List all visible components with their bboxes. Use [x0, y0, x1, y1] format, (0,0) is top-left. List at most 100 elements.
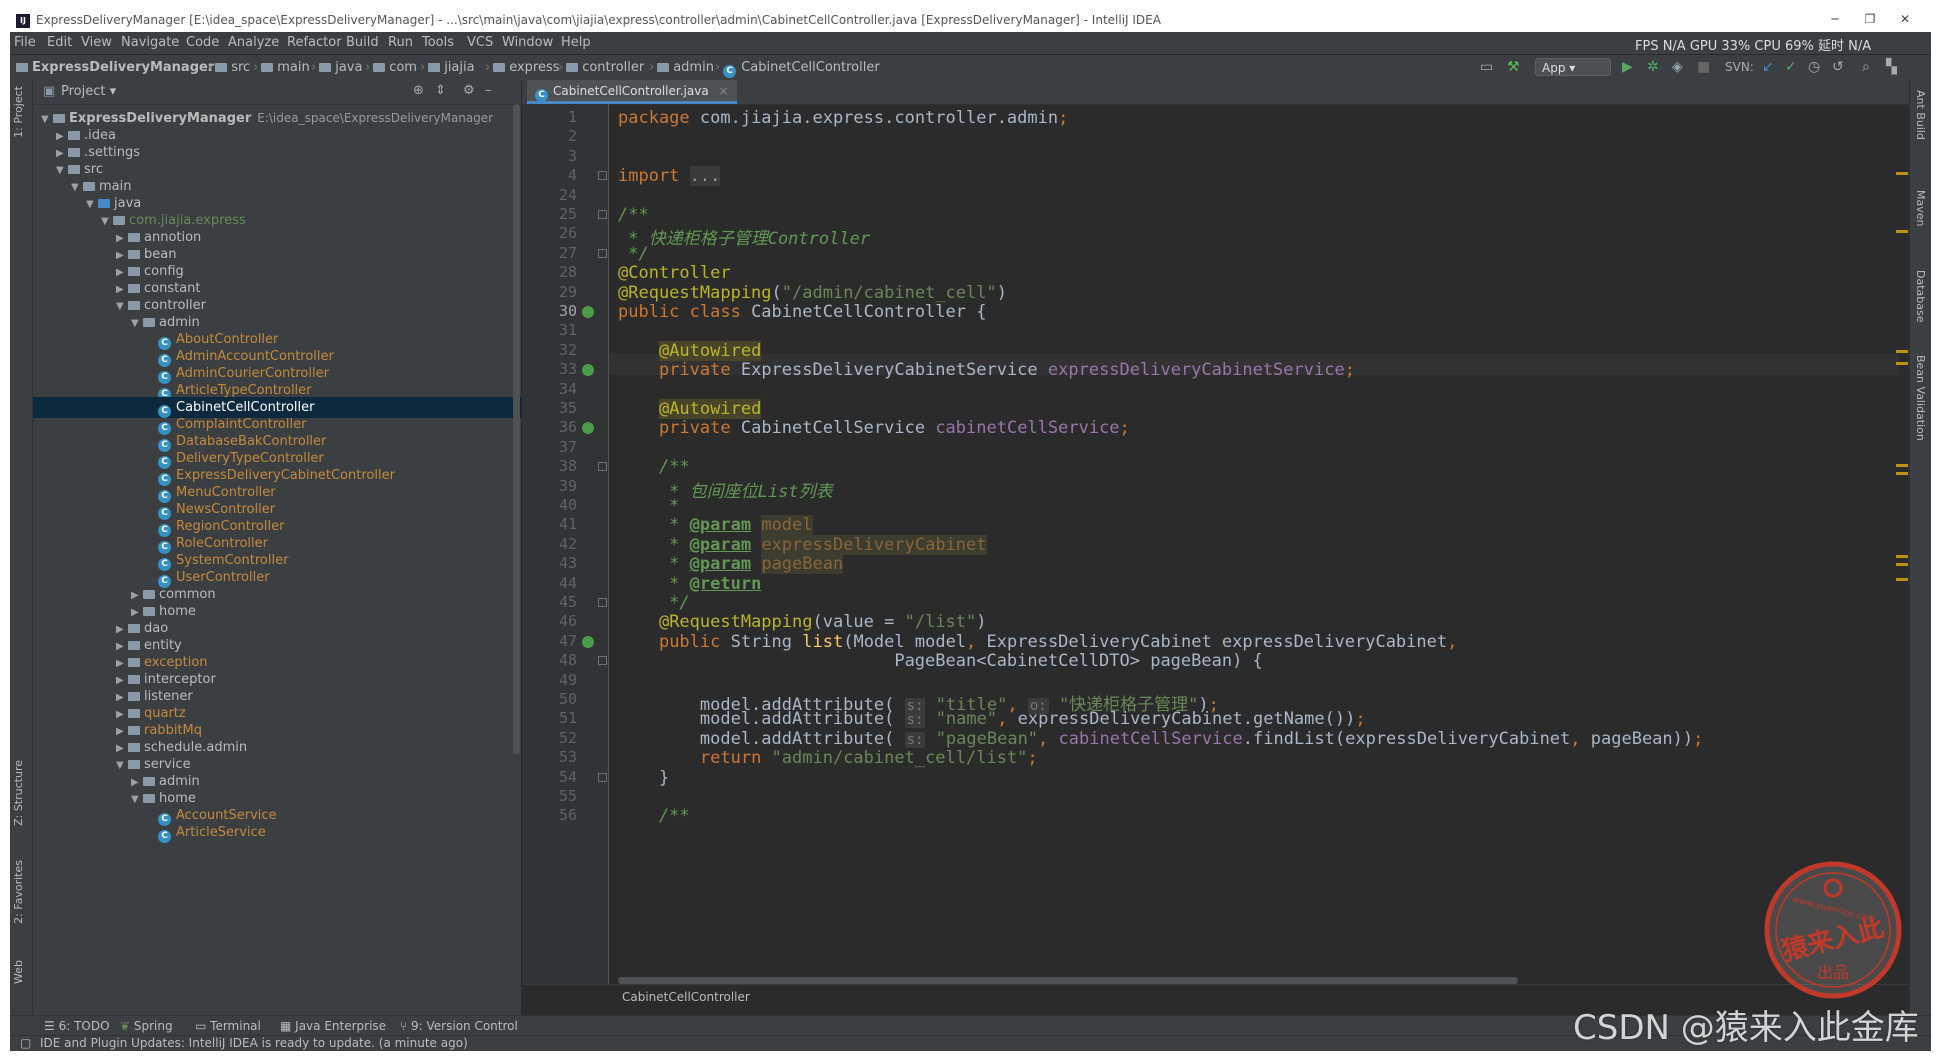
breadcrumb-express[interactable]: › express [482, 60, 560, 75]
error-stripe-mark[interactable] [1896, 350, 1908, 353]
code-line[interactable]: @Autowired [618, 340, 762, 361]
extra-toolbar-icon[interactable]: ▚ [1886, 59, 1897, 75]
menu-edit[interactable]: Edit [47, 35, 72, 50]
code-line[interactable]: public String list(Model model, ExpressD… [618, 632, 1457, 652]
fold-marker-icon[interactable] [598, 171, 607, 181]
line-number[interactable]: 35 [522, 399, 577, 417]
menu-navigate[interactable]: Navigate [121, 35, 179, 50]
line-number[interactable]: 46 [522, 612, 577, 630]
project-view-select[interactable]: Project ▾ [61, 84, 116, 99]
line-number[interactable]: 47 [522, 632, 577, 650]
breadcrumb-src[interactable]: › src [204, 60, 250, 75]
fold-marker-icon[interactable] [598, 210, 607, 219]
line-number[interactable]: 41 [522, 515, 577, 533]
error-stripe-mark[interactable] [1896, 362, 1908, 365]
line-number[interactable]: 40 [522, 496, 577, 514]
editor-tab-active[interactable]: C CabinetCellController.java × [527, 80, 737, 104]
debug-icon[interactable]: ✲ [1647, 59, 1659, 75]
coverage-icon[interactable]: ◈ [1672, 59, 1683, 75]
status-toggle-icon[interactable]: ▢ [20, 1036, 31, 1050]
error-stripe-mark[interactable] [1896, 230, 1908, 233]
fold-marker-icon[interactable] [598, 598, 607, 607]
build-hammer-icon[interactable]: ⚒ [1507, 59, 1520, 75]
code-line[interactable]: @RequestMapping(value = "/list") [618, 612, 987, 632]
svn-commit-icon[interactable]: ✓ [1785, 59, 1797, 75]
spring-tool-button[interactable]: ❦ Spring [120, 1019, 173, 1033]
stop-icon[interactable]: ■ [1697, 59, 1710, 75]
code-line[interactable]: PageBean<CabinetCellDTO> pageBean) { [618, 651, 1262, 671]
breadcrumb-class[interactable]: › C CabinetCellController [712, 60, 880, 78]
error-stripe-mark[interactable] [1896, 578, 1908, 581]
menu-window[interactable]: Window [502, 35, 553, 50]
line-number[interactable]: 55 [522, 787, 577, 805]
line-number[interactable]: 24 [522, 186, 577, 204]
project-tool-tab[interactable]: 1: Project [12, 86, 25, 138]
error-stripe-mark[interactable] [1896, 555, 1908, 558]
code-line[interactable]: } [618, 768, 669, 788]
database-tool-tab[interactable]: Database [1914, 270, 1927, 323]
code-line[interactable]: model.addAttribute( s: "pageBean", cabin… [618, 729, 1704, 749]
line-number[interactable]: 26 [522, 224, 577, 242]
error-stripe-mark[interactable] [1896, 563, 1908, 566]
web-tool-tab[interactable]: Web [12, 960, 25, 984]
java-enterprise-tool-button[interactable]: ▦ Java Enterprise [280, 1019, 386, 1033]
line-number[interactable]: 48 [522, 651, 577, 669]
editor-breadcrumb[interactable]: CabinetCellController [622, 990, 750, 1004]
breadcrumb-com[interactable]: › com [362, 60, 417, 75]
line-number[interactable]: 25 [522, 205, 577, 223]
gear-icon[interactable]: ⚙ [463, 83, 475, 98]
error-stripe-mark[interactable] [1896, 464, 1908, 467]
code-line[interactable]: * @return [618, 574, 761, 594]
code-line[interactable]: @Autowired [618, 399, 762, 419]
history-icon[interactable]: ◷ [1808, 59, 1820, 75]
spring-bean-icon[interactable] [582, 306, 594, 318]
status-message[interactable]: IDE and Plugin Updates: IntelliJ IDEA is… [40, 1036, 468, 1050]
breadcrumb-project[interactable]: ExpressDeliveryManager [16, 60, 214, 75]
fold-marker-icon[interactable] [598, 462, 607, 472]
ant-build-tool-tab[interactable]: Ant Build [1914, 90, 1927, 140]
line-number[interactable]: 43 [522, 554, 577, 572]
code-line[interactable]: import ... [618, 166, 721, 187]
structure-tool-tab[interactable]: Z: Structure [12, 760, 25, 826]
close-button[interactable]: ✕ [1890, 12, 1920, 26]
line-number[interactable]: 50 [522, 690, 577, 708]
collapse-all-icon[interactable]: ⇕ [435, 83, 446, 98]
line-number[interactable]: 37 [522, 438, 577, 456]
svn-update-icon[interactable]: ↙ [1762, 59, 1774, 75]
line-number[interactable]: 28 [522, 263, 577, 281]
code-line[interactable]: @RequestMapping("/admin/cabinet_cell") [618, 283, 1007, 303]
error-stripe-mark[interactable] [1896, 472, 1908, 475]
line-number[interactable]: 4 [522, 166, 577, 184]
menu-tools[interactable]: Tools [422, 35, 454, 50]
breadcrumb-jiajia[interactable]: › jiajia [417, 60, 475, 75]
run-icon[interactable]: ▶ [1622, 59, 1633, 75]
line-number[interactable]: 1 [522, 108, 577, 126]
menu-analyze[interactable]: Analyze [228, 35, 279, 50]
menu-code[interactable]: Code [186, 35, 219, 50]
locate-icon[interactable]: ⊕ [413, 83, 424, 98]
code-line[interactable]: public class CabinetCellController { [618, 302, 986, 322]
project-scrollbar[interactable] [513, 104, 520, 754]
menu-file[interactable]: File [14, 35, 36, 50]
search-icon[interactable]: ⌕ [1862, 59, 1870, 75]
version-control-tool-button[interactable]: ⑂ 9: Version Control [400, 1019, 518, 1033]
minimize-button[interactable]: ─ [1820, 12, 1850, 26]
error-stripe-mark[interactable] [1896, 172, 1908, 175]
code-line[interactable]: */ [618, 593, 689, 613]
line-number[interactable]: 27 [522, 244, 577, 262]
line-number[interactable]: 42 [522, 535, 577, 553]
line-number[interactable]: 33 [522, 360, 577, 378]
code-line[interactable]: private ExpressDeliveryCabinetService ex… [618, 360, 1355, 380]
line-number[interactable]: 53 [522, 748, 577, 766]
favorites-tool-tab[interactable]: 2: Favorites [12, 860, 25, 924]
menu-vcs[interactable]: VCS [467, 35, 493, 50]
code-line[interactable]: model.addAttribute( s: "name", expressDe… [618, 709, 1366, 729]
code-line[interactable]: * @param expressDeliveryCabinet [618, 534, 987, 555]
breadcrumb-admin[interactable]: › admin [646, 60, 714, 75]
code-line[interactable]: /** [618, 457, 690, 477]
spring-bean-icon[interactable] [582, 364, 594, 377]
spring-bean-icon[interactable] [582, 635, 594, 648]
code-line[interactable]: @Controller [618, 263, 731, 283]
line-number[interactable]: 29 [522, 283, 577, 301]
line-number[interactable]: 49 [522, 671, 577, 689]
